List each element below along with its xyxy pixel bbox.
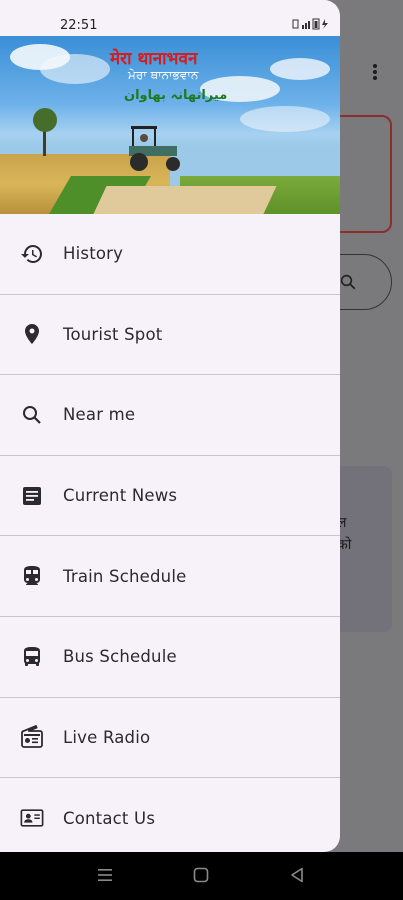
home-button[interactable] bbox=[192, 866, 210, 884]
header-title-hindi: मेरा थानाभवन bbox=[110, 49, 198, 69]
menu-item-history[interactable]: History bbox=[0, 214, 340, 295]
drawer-menu-list: History Tourist Spot Near me Current New… bbox=[0, 214, 340, 852]
cloud-shape bbox=[270, 58, 330, 80]
menu-item-label: Bus Schedule bbox=[63, 647, 177, 667]
header-title-shahmukhi: میرانھانہ بھاوان bbox=[124, 88, 228, 103]
navigation-drawer: 22:51 मेरा थानाभवन ਮੇਰਾ ਥਾਨਾਭਵਾਨ میرانھا… bbox=[0, 0, 340, 852]
dirt-road bbox=[93, 186, 277, 214]
cloud-shape bbox=[40, 54, 110, 84]
menu-item-label: Near me bbox=[63, 405, 136, 425]
radio-icon bbox=[20, 725, 44, 749]
tractor-icon bbox=[129, 126, 180, 171]
menu-item-label: Current News bbox=[63, 486, 178, 506]
signal-icon bbox=[292, 18, 328, 30]
menu-item-label: History bbox=[63, 244, 124, 264]
status-bar: 22:51 bbox=[0, 0, 340, 36]
status-icons bbox=[292, 18, 338, 33]
search-icon bbox=[340, 274, 356, 290]
news-icon bbox=[20, 484, 44, 508]
menu-item-tourist-spot[interactable]: Tourist Spot bbox=[0, 295, 340, 376]
header-title-gurmukhi: ਮੇਰਾ ਥਾਨਾਭਵਾਨ bbox=[128, 68, 199, 82]
menu-item-contact-us[interactable]: Contact Us bbox=[0, 778, 340, 852]
menu-item-near-me[interactable]: Near me bbox=[0, 375, 340, 456]
menu-item-label: Contact Us bbox=[63, 808, 156, 828]
menu-item-current-news[interactable]: Current News bbox=[0, 456, 340, 537]
menu-item-label: Tourist Spot bbox=[63, 324, 163, 344]
bus-icon bbox=[20, 645, 44, 669]
menu-item-label: Train Schedule bbox=[63, 566, 187, 586]
drawer-header-banner: मेरा थानाभवन ਮੇਰਾ ਥਾਨਾਭਵਾਨ میرانھانہ بھا… bbox=[0, 36, 340, 214]
menu-item-label: Live Radio bbox=[63, 727, 151, 747]
menu-item-bus-schedule[interactable]: Bus Schedule bbox=[0, 617, 340, 698]
cloud-shape bbox=[240, 106, 330, 132]
status-time: 22:51 bbox=[60, 18, 98, 33]
location-pin-icon bbox=[20, 322, 44, 346]
history-icon bbox=[20, 242, 44, 266]
back-button[interactable] bbox=[288, 866, 306, 884]
train-icon bbox=[20, 564, 44, 588]
menu-item-live-radio[interactable]: Live Radio bbox=[0, 698, 340, 779]
menu-item-train-schedule[interactable]: Train Schedule bbox=[0, 536, 340, 617]
system-navigation-bar bbox=[0, 852, 403, 900]
search-icon bbox=[20, 403, 44, 427]
recent-apps-button[interactable] bbox=[96, 866, 114, 884]
overflow-menu-icon bbox=[368, 62, 382, 84]
contact-card-icon bbox=[20, 806, 44, 830]
tree-icon bbox=[33, 108, 57, 132]
